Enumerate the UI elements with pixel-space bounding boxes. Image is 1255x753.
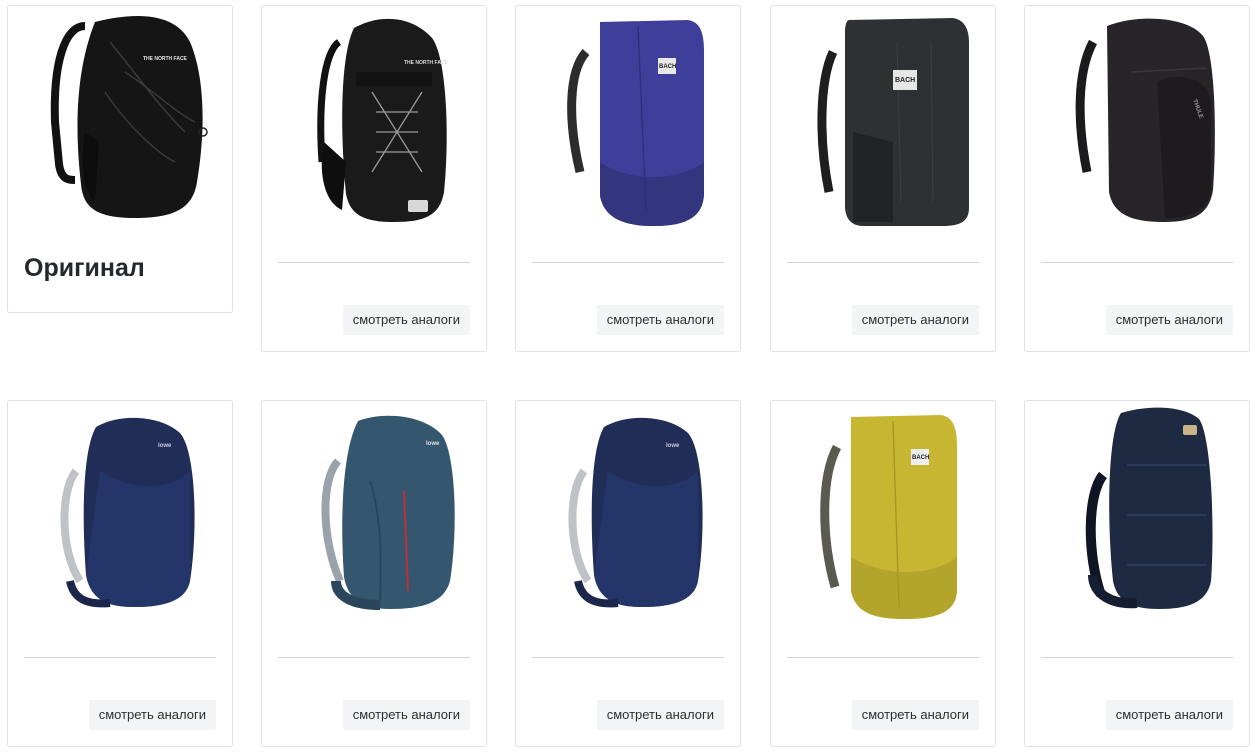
svg-text:THE NORTH FACE: THE NORTH FACE <box>404 60 449 66</box>
product-image: BACH <box>771 12 995 228</box>
analog-card-row2-4: BACH смотреть аналоги <box>770 400 996 747</box>
svg-text:BACH: BACH <box>895 77 915 84</box>
original-logo-text: THE NORTH FACE <box>143 56 188 62</box>
svg-text:lowe: lowe <box>158 443 172 449</box>
view-analogs-button[interactable]: смотреть аналоги <box>1105 700 1233 730</box>
card-divider <box>532 657 724 658</box>
card-divider <box>787 262 979 263</box>
view-analogs-button[interactable]: смотреть аналоги <box>342 305 470 335</box>
view-analogs-button[interactable]: смотреть аналоги <box>1105 305 1233 335</box>
view-analogs-button[interactable]: смотреть аналоги <box>596 305 724 335</box>
product-image: lowe <box>516 411 740 611</box>
view-analogs-button[interactable]: смотреть аналоги <box>851 305 979 335</box>
card-divider <box>1041 262 1233 263</box>
product-image <box>1025 405 1249 615</box>
card-divider <box>1041 657 1233 658</box>
product-image: THULE <box>1025 12 1249 228</box>
view-analogs-button[interactable]: смотреть аналоги <box>851 700 979 730</box>
analog-card-row2-5: смотреть аналоги <box>1024 400 1250 747</box>
card-divider <box>278 262 470 263</box>
view-analogs-button[interactable]: смотреть аналоги <box>88 700 216 730</box>
product-image: lowe <box>262 411 486 611</box>
analog-card-row2-3: lowe смотреть аналоги <box>515 400 741 747</box>
svg-text:lowe: lowe <box>426 441 440 447</box>
product-image: THE NORTH FACE <box>262 12 486 228</box>
view-analogs-button[interactable]: смотреть аналоги <box>342 700 470 730</box>
card-divider <box>278 657 470 658</box>
original-product-image: THE NORTH FACE <box>8 12 232 226</box>
svg-text:lowe: lowe <box>666 443 680 449</box>
card-divider <box>787 657 979 658</box>
analog-card-row1-4: THULE смотреть аналоги <box>1024 5 1250 352</box>
card-divider <box>24 657 216 658</box>
product-image: lowe <box>8 411 232 611</box>
product-image: BACH <box>771 407 995 621</box>
analog-card-row2-1: lowe смотреть аналоги <box>7 400 233 747</box>
product-image: BACH <box>516 12 740 228</box>
analog-card-row2-2: lowe смотреть аналоги <box>261 400 487 747</box>
svg-text:BACH: BACH <box>912 455 929 461</box>
original-card: THE NORTH FACE Оригинал <box>7 5 233 313</box>
analog-card-row1-3: BACH смотреть аналоги <box>770 5 996 352</box>
original-title: Оригинал <box>24 254 145 282</box>
card-divider <box>532 262 724 263</box>
view-analogs-button[interactable]: смотреть аналоги <box>596 700 724 730</box>
analog-card-row1-2: BACH смотреть аналоги <box>515 5 741 352</box>
analog-card-row1-1: THE NORTH FACE смотреть аналоги <box>261 5 487 352</box>
svg-text:BACH: BACH <box>659 64 676 70</box>
